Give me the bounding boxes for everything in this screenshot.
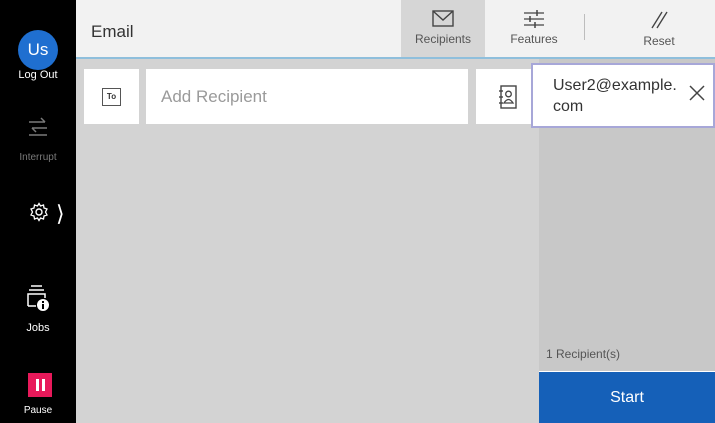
avatar[interactable]: Us	[18, 30, 58, 70]
chevron-right-icon[interactable]: ⟩	[56, 200, 65, 228]
address-book-icon	[498, 84, 517, 109]
recipient-count: 1 Recipient(s)	[546, 347, 621, 361]
interrupt-icon[interactable]	[26, 114, 50, 138]
recipient-entry-area: To	[76, 59, 539, 423]
recipient-email: User2@example.com	[553, 77, 677, 115]
address-book-button[interactable]	[476, 69, 539, 124]
gear-icon[interactable]	[29, 202, 49, 222]
reset-button-label: Reset	[643, 34, 675, 48]
pause-icon[interactable]	[28, 373, 52, 397]
sliders-icon	[524, 10, 544, 28]
recipient-chip[interactable]: User2@example.com	[531, 63, 715, 128]
start-button[interactable]: Start	[539, 372, 715, 423]
add-recipient-input[interactable]	[146, 69, 468, 124]
envelope-icon	[432, 10, 454, 27]
recipients-tab-label: Recipients	[414, 32, 472, 46]
recipients-tab[interactable]: Recipients	[401, 0, 485, 57]
left-rail: Us Log Out Interrupt ⟩ Jobs Pause	[0, 0, 76, 423]
jobs-icon[interactable]	[25, 284, 51, 312]
to-field-selector[interactable]: To	[84, 69, 139, 124]
header-bar: Email Recipients Features Reset	[76, 0, 715, 59]
logout-button[interactable]: Log Out	[0, 69, 76, 81]
features-tab-label: Features	[510, 32, 558, 46]
to-badge: To	[102, 87, 121, 106]
interrupt-label: Interrupt	[19, 152, 57, 163]
pause-label: Pause	[23, 405, 53, 416]
page-title: Email	[91, 22, 134, 41]
header-divider	[584, 14, 585, 40]
features-tab[interactable]: Features	[485, 0, 583, 57]
reset-icon	[651, 11, 668, 29]
close-icon[interactable]	[688, 84, 706, 102]
jobs-label: Jobs	[26, 322, 50, 334]
reset-button[interactable]: Reset	[613, 0, 705, 57]
